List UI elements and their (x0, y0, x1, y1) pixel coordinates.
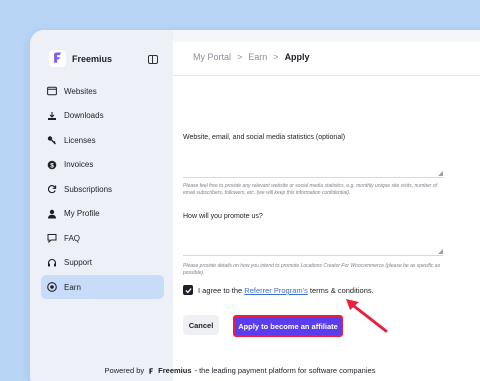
sidebar-item-label: Licenses (64, 135, 96, 145)
resize-handle-icon[interactable] (438, 249, 443, 254)
user-icon (46, 208, 58, 220)
sidebar-item-my-profile[interactable]: My Profile (41, 202, 164, 227)
promote-textarea[interactable] (183, 242, 443, 256)
footer-prefix: Powered by (104, 366, 145, 375)
agree-checkbox[interactable] (183, 285, 193, 295)
header-divider (173, 75, 480, 76)
sidebar: Freemius Websites Downloads Licenses $ I… (30, 30, 173, 381)
promote-label: How will you promote us? (183, 213, 263, 220)
breadcrumb-current: Apply (284, 52, 310, 62)
sidebar-item-label: Downloads (64, 111, 104, 121)
freemius-logo-icon (49, 50, 66, 67)
footer-suffix: - the leading payment platform for softw… (194, 366, 376, 375)
stats-label: Website, email, and social media statist… (183, 134, 346, 141)
resize-handle-icon[interactable] (438, 171, 443, 176)
chat-icon (46, 232, 58, 244)
key-icon (46, 134, 58, 146)
breadcrumb-separator: > (273, 52, 279, 62)
sidebar-item-earn[interactable]: Earn (41, 275, 164, 299)
cancel-button[interactable]: Cancel (183, 315, 219, 335)
download-icon (46, 110, 58, 122)
sidebar-item-label: Earn (64, 282, 81, 292)
freemius-logo-icon (149, 367, 154, 374)
sidebar-item-label: Invoices (64, 160, 94, 170)
breadcrumb-earn[interactable]: Earn (248, 52, 267, 62)
promote-help-text: Please provide details on how you intend… (183, 263, 441, 276)
checkmark-icon (184, 287, 192, 293)
agree-prefix: I agree to the (198, 286, 243, 295)
footer-brand[interactable]: Freemius (158, 366, 191, 375)
sidebar-item-websites[interactable]: Websites (41, 79, 164, 104)
footer: Powered by Freemius - the leading paymen… (0, 360, 480, 381)
sidebar-item-label: Support (64, 258, 93, 268)
red-arrow-annotation-icon (346, 299, 388, 333)
sidebar-item-label: My Profile (64, 209, 100, 219)
portal-window: Freemius Websites Downloads Licenses $ I… (30, 30, 480, 381)
agree-text: I agree to the Referrer Program's terms … (198, 286, 374, 295)
sidebar-item-licenses[interactable]: Licenses (41, 128, 164, 153)
refresh-icon (46, 183, 58, 195)
sidebar-item-downloads[interactable]: Downloads (41, 104, 164, 129)
breadcrumb: My Portal > Earn > Apply (193, 52, 310, 62)
sidebar-item-label: Subscriptions (64, 184, 113, 194)
agree-suffix: terms & conditions. (309, 286, 374, 295)
sidebar-item-subscriptions[interactable]: Subscriptions (41, 177, 164, 202)
browser-icon (46, 85, 58, 97)
breadcrumb-separator: > (237, 52, 243, 62)
stats-textarea[interactable] (183, 164, 443, 178)
headset-icon (46, 257, 58, 269)
sidebar-nav: Websites Downloads Licenses $ Invoices S… (41, 79, 164, 299)
breadcrumb-my-portal[interactable]: My Portal (193, 52, 231, 62)
sidebar-item-faq[interactable]: FAQ (41, 226, 164, 251)
stats-help-text: Please feel free to provide any relevant… (183, 183, 438, 196)
brand: Freemius (49, 50, 112, 67)
svg-text:$: $ (50, 162, 54, 169)
apply-affiliate-button[interactable]: Apply to become an affiliate (233, 315, 343, 337)
sidebar-item-support[interactable]: Support (41, 251, 164, 276)
referrer-program-link[interactable]: Referrer Program's (244, 286, 308, 295)
dollar-icon: $ (46, 159, 58, 171)
coin-icon (46, 281, 58, 293)
sidebar-item-label: Websites (64, 86, 97, 96)
sidebar-item-invoices[interactable]: $ Invoices (41, 153, 164, 178)
brand-name: Freemius (72, 53, 113, 64)
main-content: My Portal > Earn > Apply Website, email,… (173, 42, 480, 381)
sidebar-collapse-icon[interactable] (148, 55, 158, 64)
sidebar-item-label: FAQ (64, 233, 81, 243)
